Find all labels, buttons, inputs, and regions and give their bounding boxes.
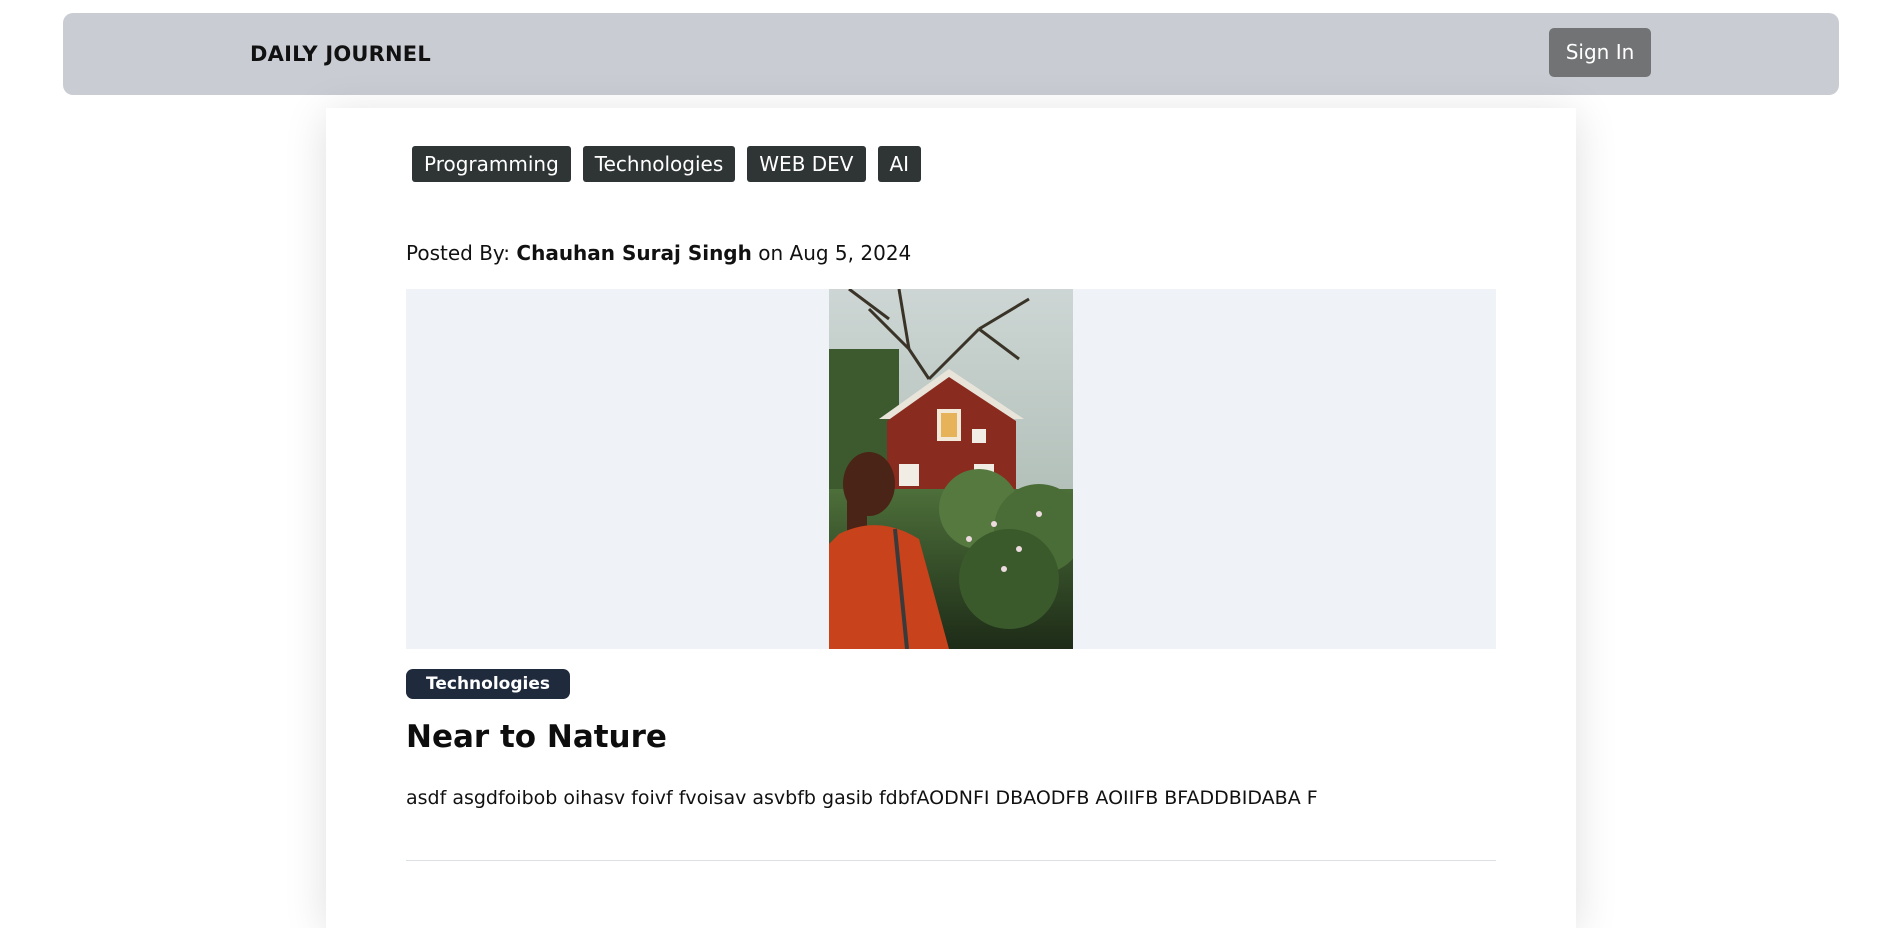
category-list: Programming Technologies WEB DEV AI: [412, 146, 922, 182]
sign-in-button[interactable]: Sign In: [1549, 28, 1651, 77]
divider: [406, 860, 1496, 861]
category-tag-ai[interactable]: AI: [877, 146, 922, 182]
category-tag-web-dev[interactable]: WEB DEV: [747, 146, 866, 182]
post-category-badge[interactable]: Technologies: [406, 669, 570, 699]
post-image: [829, 289, 1073, 649]
navbar: DAILY JOURNEL Sign In: [63, 13, 1839, 95]
post-date: Aug 5, 2024: [789, 241, 912, 265]
post-image-frame: [406, 289, 1496, 649]
posted-by-label: Posted By:: [406, 241, 511, 265]
date-prefix: on: [758, 241, 784, 265]
category-tag-technologies[interactable]: Technologies: [582, 146, 736, 182]
post-author: Chauhan Suraj Singh: [516, 241, 752, 265]
post-title[interactable]: Near to Nature: [406, 719, 667, 755]
post-card: Programming Technologies WEB DEV AI Post…: [326, 108, 1576, 928]
post-byline: Posted By: Chauhan Suraj Singh on Aug 5,…: [406, 241, 911, 265]
category-tag-programming[interactable]: Programming: [412, 146, 571, 182]
post-excerpt: asdf asgdfoibob oihasv foivf fvoisav asv…: [406, 787, 1318, 809]
site-brand[interactable]: DAILY JOURNEL: [250, 13, 431, 95]
